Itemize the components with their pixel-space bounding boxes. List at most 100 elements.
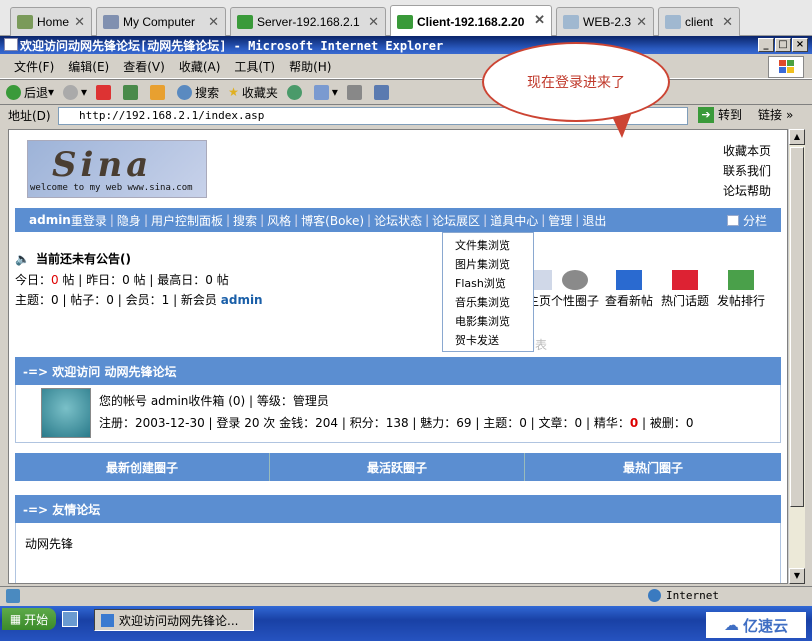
close-icon[interactable]: ✕ (722, 14, 733, 30)
nav-invisible[interactable]: 隐身 (117, 212, 141, 229)
registration-text: 注册：2003-12-30 | 登录 20 次 金钱：204 | 积分：138 … (99, 416, 630, 430)
tab-client[interactable]: Client-192.168.2.20 ✕ (390, 5, 552, 37)
site-logo[interactable]: Sina welcome to my web www.sina.com (27, 140, 207, 198)
scroll-thumb[interactable] (790, 147, 804, 507)
tab-home[interactable]: Home ✕ (10, 7, 92, 36)
vertical-scrollbar[interactable]: ▲ ▼ (788, 129, 805, 584)
hot-icon (672, 270, 698, 290)
people-icon (562, 270, 588, 290)
nav-search[interactable]: 搜索 (233, 212, 257, 229)
maximize-button[interactable]: □ (775, 38, 791, 52)
quick-hot-topics-label: 热门话题 (660, 294, 709, 308)
nav-relogin[interactable]: 重登录 (71, 212, 107, 229)
vm-icon (665, 15, 681, 29)
start-button[interactable]: ▦ 开始 (2, 608, 56, 630)
mail-button[interactable]: ▾ (313, 84, 338, 100)
contact-link[interactable]: 联系我们 (723, 162, 771, 179)
friend-forum-link[interactable]: 动网先锋 (25, 535, 73, 552)
quicklaunch-icon[interactable] (62, 611, 78, 627)
scroll-up-icon[interactable]: ▲ (789, 129, 805, 145)
callout-text: 现在登录进来了 (527, 75, 625, 91)
history-icon (286, 84, 302, 100)
star-icon: ★ (228, 85, 239, 99)
mail-icon (313, 84, 329, 100)
nav-props[interactable]: 道具中心 (490, 212, 538, 229)
logo-tagline: welcome to my web www.sina.com (30, 183, 193, 193)
dropdown-movie-browse[interactable]: 电影集浏览 (455, 312, 533, 331)
favorites-label: 收藏夹 (241, 85, 278, 100)
history-button[interactable] (286, 84, 305, 100)
announcement-text: 当前还未有公告() (35, 252, 131, 266)
newest-circles[interactable]: 最新创建圈子 (15, 453, 270, 481)
menu-tools[interactable]: 工具(T) (234, 58, 275, 75)
refresh-button[interactable] (123, 84, 141, 100)
nav-gallery[interactable]: 论坛展区 (432, 212, 480, 229)
close-icon[interactable]: ✕ (368, 14, 379, 30)
new-member-link[interactable]: admin (221, 293, 263, 307)
forward-button[interactable]: ▾ (63, 84, 87, 100)
menu-view[interactable]: 查看(V) (123, 58, 165, 75)
hot-circles[interactable]: 最热门圈子 (525, 453, 781, 481)
page-icon (6, 588, 20, 603)
menu-file[interactable]: 文件(F) (14, 58, 54, 75)
quick-ranking-label: 发帖排行 (716, 294, 765, 308)
scroll-down-icon[interactable]: ▼ (789, 568, 805, 584)
dropdown-image-browse[interactable]: 图片集浏览 (455, 255, 533, 274)
address-label: 地址(D) (8, 109, 51, 123)
nav-logout[interactable]: 退出 (582, 212, 606, 229)
edit-button[interactable] (373, 84, 392, 100)
links-button[interactable]: 链接 (758, 106, 782, 123)
tab-my-computer[interactable]: My Computer ✕ (96, 7, 226, 36)
tab-label: My Computer (123, 15, 196, 29)
quick-circles-label: 个性圈子 (550, 294, 599, 308)
minimize-button[interactable]: _ (758, 38, 774, 52)
window-title-bar: 欢迎访问动网先锋论坛[动网先锋论坛] - Microsoft Internet … (0, 36, 812, 54)
close-button[interactable]: × (792, 38, 808, 52)
tab-label: client (685, 15, 714, 29)
nav-user-cp[interactable]: 用户控制面板 (151, 212, 223, 229)
home-icon (17, 15, 33, 29)
home-button[interactable] (150, 84, 168, 100)
print-button[interactable] (346, 84, 365, 100)
menu-help[interactable]: 帮助(H) (289, 58, 331, 75)
back-button[interactable]: 后退 ▾ (6, 84, 54, 101)
active-circles[interactable]: 最活跃圈子 (270, 453, 525, 481)
post-stats: 今日：0 帖 | 昨日：0 帖 | 最高日：0 帖 (15, 271, 229, 288)
dropdown-file-browse[interactable]: 文件集浏览 (455, 236, 533, 255)
search-label: 搜索 (195, 85, 220, 100)
dropdown-card-send[interactable]: 贺卡发送 (455, 331, 533, 350)
watermark-logo: ☁ 亿速云 (706, 612, 806, 638)
menu-edit[interactable]: 编辑(E) (68, 58, 109, 75)
nav-style[interactable]: 风格 (267, 212, 291, 229)
quick-hot-topics[interactable]: 热门话题 (655, 270, 715, 309)
close-icon[interactable]: ✕ (208, 14, 219, 30)
speaker-icon: 🔈 (15, 252, 30, 266)
favorites-button[interactable]: ★ 收藏夹 (228, 84, 278, 101)
close-icon[interactable]: ✕ (74, 14, 85, 30)
nav-admin[interactable]: 管理 (548, 212, 572, 229)
taskbar-ie-window[interactable]: 欢迎访问动网先锋论... (94, 609, 254, 631)
dropdown-music-browse[interactable]: 音乐集浏览 (455, 293, 533, 312)
dropdown-flash-browse[interactable]: Flash浏览 (455, 274, 533, 293)
help-link[interactable]: 论坛帮助 (723, 182, 771, 199)
member-stats: 主题：0 | 帖子：0 | 会员：1 | 新会员 admin (15, 291, 263, 308)
go-button[interactable]: ➔ 转到 链接 » (698, 106, 793, 123)
nav-blog[interactable]: 博客(Boke) (301, 212, 364, 229)
back-label: 后退 (24, 85, 49, 100)
quick-ranking[interactable]: 发帖排行 (711, 270, 771, 309)
tab-server[interactable]: Server-192.168.2.1 ✕ (230, 7, 386, 36)
quick-new-posts[interactable]: 查看新帖 (599, 270, 659, 309)
menu-favorites[interactable]: 收藏(A) (179, 58, 221, 75)
column-toggle[interactable]: 分栏 (726, 212, 767, 229)
quick-circles[interactable]: 个性圈子 (545, 270, 605, 309)
bookmark-link[interactable]: 收藏本页 (723, 142, 771, 159)
tab-client2[interactable]: client ✕ (658, 7, 740, 36)
nav-user[interactable]: admin (29, 213, 71, 227)
address-bar: 地址(D) http://192.168.2.1/index.asp (0, 104, 812, 126)
close-icon[interactable]: ✕ (636, 14, 647, 30)
tab-web[interactable]: WEB-2.3 ✕ (556, 7, 654, 36)
search-button[interactable]: 搜索 (177, 84, 219, 101)
nav-status[interactable]: 论坛状态 (374, 212, 422, 229)
stop-button[interactable] (96, 84, 114, 100)
close-icon[interactable]: ✕ (534, 12, 545, 28)
